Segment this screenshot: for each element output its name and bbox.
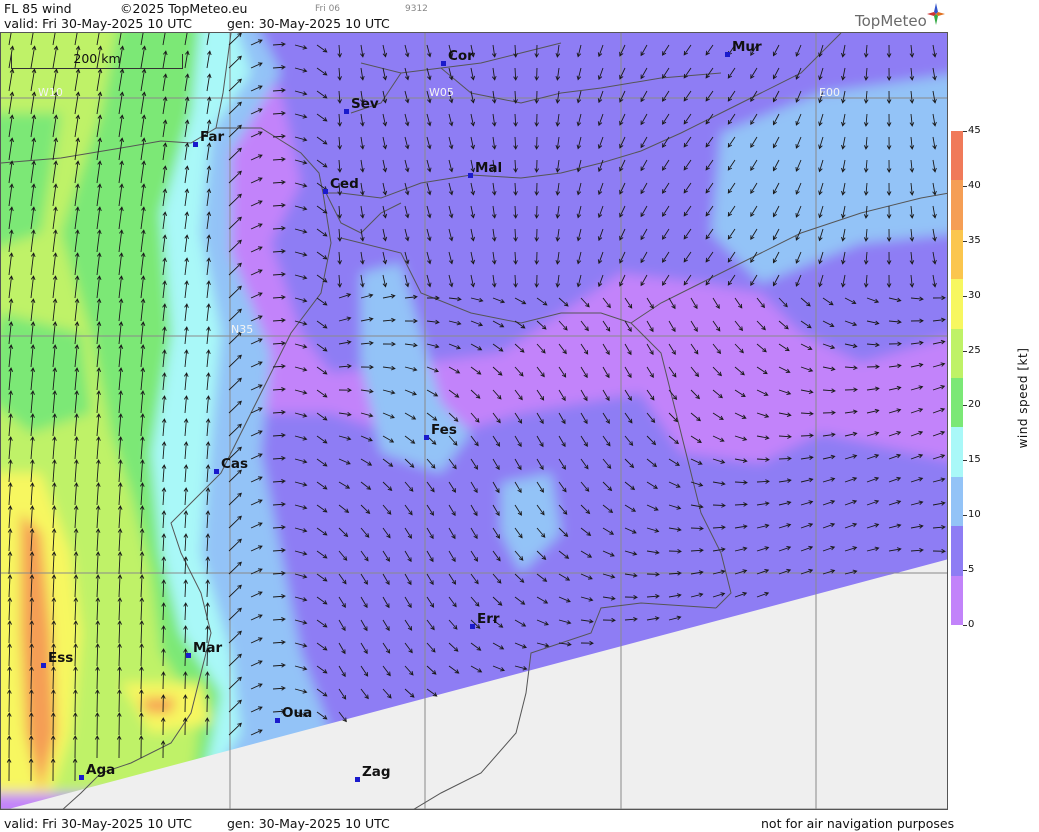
legend-tick xyxy=(963,185,967,187)
city-mal: Mal xyxy=(468,160,502,178)
copyright: ©2025 TopMeteo.eu xyxy=(120,1,248,16)
legend-tick xyxy=(963,131,967,132)
legend-tick-label: 0 xyxy=(968,619,975,630)
grid-label-w10: W10 xyxy=(38,86,63,99)
day-code: Fri 06 xyxy=(315,4,341,14)
wind-field xyxy=(1,33,947,809)
legend-swatch xyxy=(951,131,963,181)
city-err: Err xyxy=(470,611,500,629)
city-mar: Mar xyxy=(186,640,222,658)
legend-swatch xyxy=(951,427,963,478)
legend-tick xyxy=(963,350,967,352)
city-fes: Fes xyxy=(424,422,457,440)
legend-tick-label: 15 xyxy=(968,454,981,466)
topmeteo-logo: TopMeteo xyxy=(855,12,927,30)
scale-bar: 200 km xyxy=(11,51,183,69)
legend-tick xyxy=(963,405,967,407)
city-cas: Cas xyxy=(214,456,248,474)
legend-swatch xyxy=(951,378,963,428)
legend-swatch xyxy=(951,180,963,231)
city-ess: Ess xyxy=(41,650,73,668)
city-oua: Oua xyxy=(275,705,312,723)
legend-unit: wind speed [kt] xyxy=(1016,347,1030,449)
grid-label-e00: E00 xyxy=(819,86,840,99)
legend-tick-label: 20 xyxy=(968,399,981,411)
city-aga: Aga xyxy=(79,762,115,780)
legend-tick-label: 35 xyxy=(968,234,981,246)
footer-generated-time: gen: 30-May-2025 10 UTC xyxy=(227,816,390,831)
legend-tick xyxy=(963,460,967,462)
compass-star-icon xyxy=(927,3,945,25)
legend-tick xyxy=(963,515,967,517)
valid-time: valid: Fri 30-May-2025 10 UTC xyxy=(4,16,192,31)
legend-swatch xyxy=(951,229,963,280)
legend-swatch xyxy=(951,526,963,577)
legend-tick-label: 10 xyxy=(968,509,981,521)
legend-tick-label: 40 xyxy=(968,179,981,191)
legend-swatch xyxy=(951,575,963,626)
chart-title: FL 85 wind xyxy=(4,1,72,16)
city-sev: Sev xyxy=(344,96,379,114)
legend-swatch xyxy=(951,279,963,330)
legend-tick-label: 5 xyxy=(968,564,975,576)
run-code: 9312 xyxy=(405,4,428,14)
legend-tick-label: 45 xyxy=(968,125,981,136)
legend-tick xyxy=(963,240,967,242)
legend-swatch xyxy=(951,476,963,527)
city-mur: Mur xyxy=(725,39,762,57)
legend-tick xyxy=(963,625,967,626)
footer-valid-time: valid: Fri 30-May-2025 10 UTC xyxy=(4,816,192,831)
generated-time: gen: 30-May-2025 10 UTC xyxy=(227,16,390,31)
city-zag: Zag xyxy=(355,764,391,782)
wind-map: W10 W05 E00 N35 200 km Cor Mur Sev Far M… xyxy=(0,32,948,810)
city-cor: Cor xyxy=(441,48,474,66)
wind-speed-legend xyxy=(951,131,963,626)
legend-swatch xyxy=(951,328,963,379)
legend-tick xyxy=(963,295,967,297)
legend-tick-label: 30 xyxy=(968,289,981,301)
grid-label-w05: W05 xyxy=(429,86,454,99)
city-far: Far xyxy=(193,129,224,147)
legend-tick-label: 25 xyxy=(968,344,981,356)
city-ced: Ced xyxy=(323,176,359,194)
footer-notice: not for air navigation purposes xyxy=(761,816,955,831)
legend-tick xyxy=(963,570,967,572)
grid-label-n35: N35 xyxy=(231,323,254,336)
